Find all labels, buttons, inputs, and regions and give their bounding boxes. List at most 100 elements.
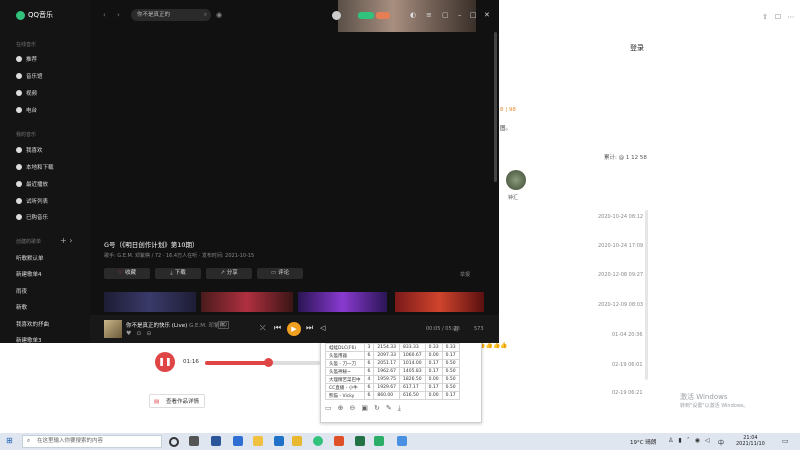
add-playlist-icon[interactable]: + ›: [60, 236, 72, 245]
favorite-button[interactable]: ♡ 收藏: [104, 268, 150, 279]
search-icon[interactable]: ⌕: [204, 9, 207, 21]
notification-icon[interactable]: ▭: [782, 437, 789, 445]
pause-button[interactable]: ▶: [287, 322, 301, 336]
sidebar-item-liked[interactable]: 我喜欢: [16, 146, 43, 154]
app-icon[interactable]: [334, 436, 344, 446]
download-icon[interactable]: ⊙: [136, 330, 141, 337]
login-link[interactable]: 登录: [630, 43, 644, 53]
screenshot-icon[interactable]: ▭: [325, 404, 332, 413]
menu-icon[interactable]: ≡: [426, 11, 432, 19]
qq-music-icon[interactable]: [313, 436, 323, 446]
video-thumbnail[interactable]: [104, 292, 196, 312]
playlist-item[interactable]: 听歌默认单: [16, 254, 44, 262]
view-detail-button[interactable]: ▤ 查看作品详情: [149, 394, 205, 408]
vip-badge[interactable]: [376, 12, 390, 19]
more-icon[interactable]: ⊝: [146, 330, 151, 337]
volume-icon[interactable]: ◁: [705, 437, 710, 444]
video-thumbnail[interactable]: [395, 292, 484, 312]
progress-track[interactable]: [205, 358, 320, 367]
sidebar-item-radio[interactable]: 电台: [16, 106, 37, 114]
player-mini-icons: ♥ ⊙ ⊝: [126, 330, 151, 337]
sidebar-item-label: 我喜欢: [26, 148, 43, 154]
wechat-icon[interactable]: [374, 436, 384, 446]
download-button[interactable]: ⤓ 下载: [155, 268, 201, 279]
comment-button[interactable]: ▭ 评论: [257, 268, 303, 279]
voice-search-icon[interactable]: ◉: [216, 11, 222, 19]
share-button[interactable]: ↗ 分享: [206, 268, 252, 279]
file-explorer-icon[interactable]: [253, 436, 263, 446]
clock[interactable]: 21:04 2021/11/10: [736, 435, 765, 447]
weather-widget[interactable]: 19°C 晴朗: [630, 438, 656, 446]
playlist-item[interactable]: 雨夜: [16, 287, 27, 295]
pause-button[interactable]: ❚❚: [155, 352, 175, 372]
store-icon[interactable]: [274, 436, 284, 446]
playlist-count[interactable]: 573: [474, 326, 484, 332]
page-scrollbar[interactable]: [645, 210, 648, 380]
share-icon[interactable]: ⇧: [760, 12, 770, 22]
next-icon[interactable]: ⏭: [306, 323, 313, 333]
maximize-icon[interactable]: □: [470, 11, 477, 19]
sidebar-item-purchased[interactable]: 已购音乐: [16, 213, 48, 221]
mini-mode-icon[interactable]: ▢: [442, 11, 449, 19]
sidebar-item-trial[interactable]: 试听列表: [16, 197, 48, 205]
mic-icon[interactable]: ▮: [678, 437, 681, 444]
edit-icon[interactable]: ✎: [386, 404, 392, 413]
table-cell: 头盔神秘~: [325, 367, 365, 376]
sidebar-item-video[interactable]: 视频: [16, 89, 37, 97]
rotate-icon[interactable]: ↻: [374, 404, 380, 413]
skin-icon[interactable]: ◐: [410, 11, 416, 19]
forward-icon[interactable]: ›: [117, 11, 120, 19]
sidebar-item-recent[interactable]: 最近播放: [16, 180, 48, 188]
lyrics-toggle[interactable]: 词: [453, 326, 458, 333]
app-icon[interactable]: [397, 436, 407, 446]
excel-icon[interactable]: [355, 436, 365, 446]
playlist-item[interactable]: 新建歌单3: [16, 336, 42, 344]
edge-icon[interactable]: [233, 436, 243, 446]
widget-icon[interactable]: [189, 436, 199, 446]
collection-icon[interactable]: ☐: [773, 12, 783, 22]
edge-icon[interactable]: [211, 436, 221, 446]
more-icon[interactable]: ⋯: [786, 12, 796, 22]
report-link[interactable]: 举报: [460, 271, 470, 278]
network-icon[interactable]: ◉: [695, 437, 700, 444]
zoom-in-icon[interactable]: ⊕: [338, 404, 344, 413]
zoom-out-icon[interactable]: ⊖: [350, 404, 356, 413]
now-playing-title: 你不是真正的快乐 (Live): [126, 323, 188, 329]
video-thumbnail[interactable]: [298, 292, 387, 312]
sidebar-item-music-hall[interactable]: 音乐馆: [16, 72, 43, 80]
app-icon[interactable]: [292, 436, 302, 446]
previous-icon[interactable]: ⏮: [274, 323, 281, 333]
vip-badge[interactable]: [358, 12, 374, 19]
search-icon: ⌕: [27, 438, 31, 444]
search-input[interactable]: 你不是真正的 ⌕: [131, 9, 211, 21]
playlist-item[interactable]: 新歌: [16, 303, 27, 311]
minimize-icon[interactable]: –: [458, 11, 462, 19]
share-icon: ↗: [220, 270, 225, 276]
volume-icon[interactable]: ◁: [320, 324, 325, 332]
back-icon[interactable]: ‹: [103, 11, 106, 19]
content-scrollbar[interactable]: [494, 32, 497, 182]
close-icon[interactable]: ✕: [484, 11, 490, 19]
playlist-item[interactable]: 我喜欢的抒曲: [16, 320, 49, 328]
video-thumbnail[interactable]: [201, 292, 293, 312]
task-view-icon[interactable]: [169, 437, 179, 447]
now-playing[interactable]: 你不是真正的快乐 (Live) G.E.M. 邓紫棋: [126, 321, 225, 329]
heart-icon[interactable]: ♥: [126, 330, 131, 337]
stats-text: 累计: @ 1 12 58: [604, 155, 647, 161]
album-cover[interactable]: [104, 320, 122, 338]
fit-icon[interactable]: ▣: [361, 404, 368, 413]
user-avatar[interactable]: [332, 11, 341, 20]
heart-icon: ♡: [118, 270, 123, 276]
download-icon[interactable]: ⤓: [398, 404, 401, 413]
sidebar-item-recommend[interactable]: 推荐: [16, 55, 37, 63]
sidebar-item-local[interactable]: 本地和下载: [16, 163, 54, 171]
shuffle-icon[interactable]: ⤫: [260, 324, 266, 333]
comment-date: 02-19 06:01: [612, 362, 643, 368]
windows-start-icon[interactable]: ⊞: [6, 436, 13, 445]
input-language[interactable]: 中: [718, 438, 724, 447]
person-icon[interactable]: ♙: [668, 437, 673, 444]
taskbar-search-input[interactable]: ⌕ 在这里输入你要搜索的内容: [22, 435, 162, 448]
avatar[interactable]: [506, 170, 526, 190]
chevron-up-icon[interactable]: ˄: [687, 437, 690, 444]
playlist-item[interactable]: 新建歌单4: [16, 270, 42, 278]
